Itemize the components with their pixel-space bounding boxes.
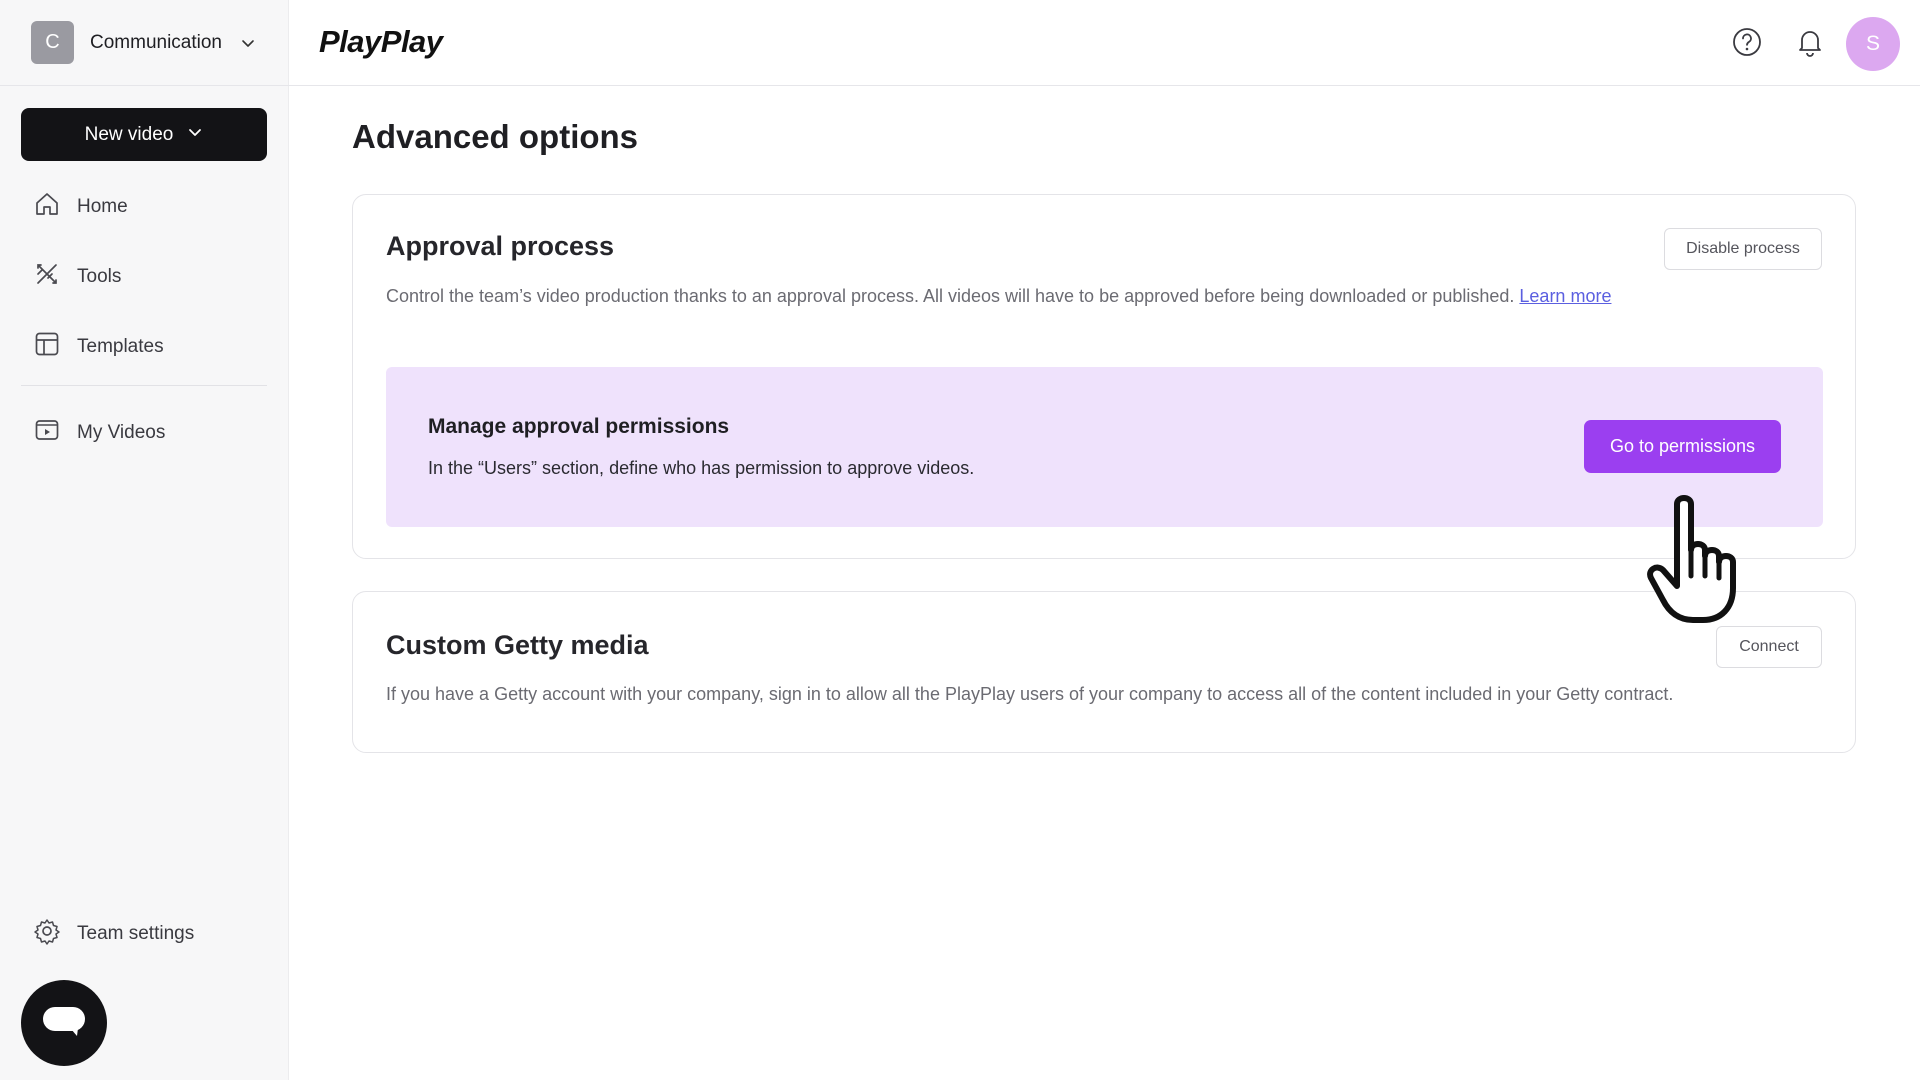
playplay-logo[interactable]: PlayPlay bbox=[319, 24, 443, 60]
workspace-avatar: C bbox=[31, 21, 74, 64]
manage-permissions-title: Manage approval permissions bbox=[428, 415, 730, 438]
home-icon bbox=[33, 190, 61, 224]
disable-process-button[interactable]: Disable process bbox=[1664, 228, 1822, 270]
custom-getty-media-description: If you have a Getty account with your co… bbox=[386, 684, 1674, 704]
sidebar-item-label: My Videos bbox=[77, 422, 166, 443]
sidebar-item-templates[interactable]: Templates bbox=[33, 330, 164, 364]
sidebar-item-label: Home bbox=[77, 196, 128, 217]
video-icon bbox=[33, 416, 61, 450]
custom-getty-media-title: Custom Getty media bbox=[386, 630, 649, 660]
help-icon[interactable] bbox=[1731, 26, 1763, 58]
gear-icon bbox=[33, 917, 61, 951]
approval-process-card: Approval process Disable process Control… bbox=[352, 194, 1856, 559]
new-video-label: New video bbox=[84, 123, 174, 145]
workspace-switcher[interactable]: C Communication bbox=[0, 0, 289, 86]
page-title: Advanced options bbox=[352, 118, 639, 155]
sidebar-item-home[interactable]: Home bbox=[33, 190, 128, 224]
sidebar-item-tools[interactable]: Tools bbox=[33, 260, 121, 294]
manage-permissions-description: In the “Users” section, define who has p… bbox=[428, 458, 975, 478]
chat-icon bbox=[41, 1004, 87, 1043]
learn-more-link[interactable]: Learn more bbox=[1519, 286, 1611, 306]
sidebar-item-label: Tools bbox=[77, 266, 122, 287]
approval-process-description: Control the team’s video production than… bbox=[386, 286, 1611, 307]
user-avatar[interactable]: S bbox=[1846, 17, 1900, 71]
sidebar-divider bbox=[21, 385, 267, 386]
top-bar: PlayPlay S bbox=[289, 0, 1920, 86]
approval-description-text: Control the team’s video production than… bbox=[386, 286, 1515, 306]
workspace-name: Communication bbox=[90, 31, 222, 53]
sidebar-item-team-settings[interactable]: Team settings bbox=[33, 917, 194, 951]
connect-button[interactable]: Connect bbox=[1716, 626, 1822, 668]
chevron-down-icon bbox=[187, 124, 203, 146]
go-to-permissions-button[interactable]: Go to permissions bbox=[1584, 420, 1781, 473]
sidebar: C Communication New video Home Tools Tem… bbox=[0, 0, 289, 1080]
bell-icon[interactable] bbox=[1794, 26, 1826, 58]
approval-process-title: Approval process bbox=[386, 231, 615, 261]
chat-support-button[interactable] bbox=[21, 980, 107, 1066]
sidebar-item-label: Team settings bbox=[77, 923, 195, 944]
sidebar-item-my-videos[interactable]: My Videos bbox=[33, 416, 165, 450]
sidebar-item-label: Templates bbox=[77, 336, 164, 357]
tools-icon bbox=[33, 260, 61, 294]
chevron-down-icon bbox=[240, 35, 256, 51]
new-video-button[interactable]: New video bbox=[21, 108, 267, 161]
manage-permissions-panel: Manage approval permissions In the “User… bbox=[386, 367, 1823, 527]
app-window: C Communication New video Home Tools Tem… bbox=[0, 0, 1920, 1080]
templates-icon bbox=[33, 330, 61, 364]
custom-getty-media-card: Custom Getty media Connect If you have a… bbox=[352, 591, 1856, 753]
